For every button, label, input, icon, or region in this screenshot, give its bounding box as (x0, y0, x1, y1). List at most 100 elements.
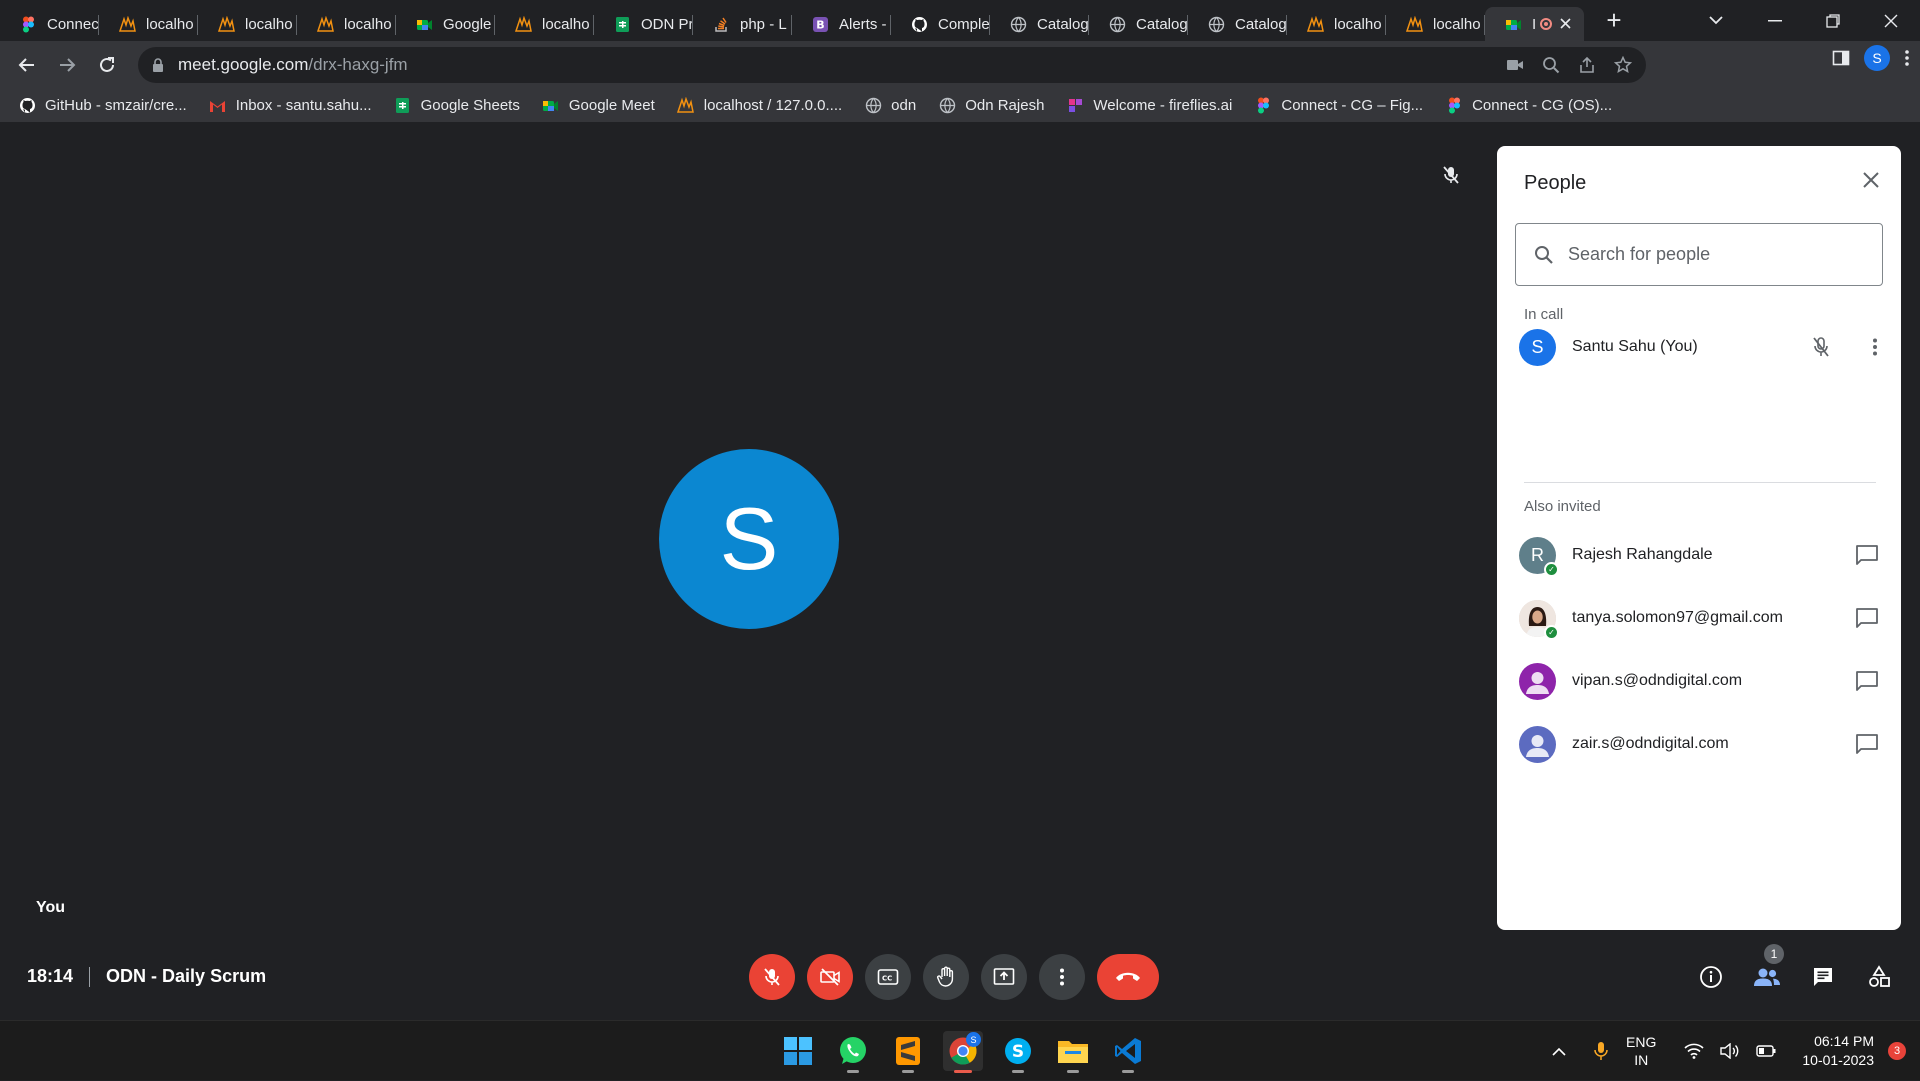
tray-mic-button[interactable] (1594, 1041, 1608, 1061)
browser-tab[interactable]: Catalog (990, 7, 1089, 41)
tab-favicon (911, 16, 928, 33)
invited-row[interactable]: vipan.s@odndigital.com (1519, 655, 1889, 707)
running-indicator (1067, 1070, 1079, 1073)
invited-row[interactable]: ✓ tanya.solomon97@gmail.com (1519, 592, 1889, 644)
leave-call-button[interactable] (1097, 954, 1159, 1000)
participant-more-button[interactable] (1861, 333, 1889, 361)
restore-icon (1826, 13, 1840, 28)
taskbar-file-explorer[interactable] (1053, 1031, 1093, 1073)
windows-start-icon (784, 1037, 812, 1065)
bookmark-label: GitHub - smzair/cre... (45, 97, 187, 114)
browser-tab[interactable]: Catalog (1089, 7, 1188, 41)
invitee-message-button[interactable] (1853, 730, 1881, 758)
browser-tab[interactable]: localho (1386, 7, 1485, 41)
mic-toggle-button[interactable] (749, 954, 795, 1000)
raise-hand-button[interactable] (923, 954, 969, 1000)
invited-row[interactable]: zair.s@odndigital.com (1519, 718, 1889, 770)
chat-button[interactable] (1808, 962, 1838, 992)
bookmark-item[interactable]: GitHub - smzair/cre... (18, 97, 187, 115)
bookmark-star-icon[interactable] (1614, 56, 1632, 74)
minimize-button[interactable] (1746, 0, 1804, 41)
meeting-clock: 18:14 (27, 966, 74, 986)
bookmark-item[interactable]: Connect - CG – Fig... (1254, 97, 1423, 115)
new-tab-button[interactable]: + (1594, 4, 1634, 38)
browser-tab[interactable]: localho (1287, 7, 1386, 41)
browser-tab[interactable]: Google (396, 7, 495, 41)
bookmark-item[interactable]: Inbox - santu.sahu... (209, 97, 372, 115)
invitee-message-button[interactable] (1853, 541, 1881, 569)
back-button[interactable] (7, 45, 47, 85)
bookmark-favicon (864, 97, 882, 115)
more-vert-icon[interactable] (1904, 49, 1910, 67)
invitee-name: tanya.solomon97@gmail.com (1572, 609, 1784, 626)
captions-button[interactable]: CC (865, 954, 911, 1000)
bookmark-item[interactable]: Odn Rajesh (938, 97, 1044, 115)
restore-button[interactable] (1804, 0, 1862, 41)
profile-avatar[interactable]: S (1864, 45, 1890, 71)
tray-battery[interactable] (1756, 1045, 1776, 1057)
meeting-details-button[interactable] (1696, 962, 1726, 992)
invited-row[interactable]: R ✓ Rajesh Rahangdale (1519, 529, 1889, 581)
tray-overflow-button[interactable] (1552, 1047, 1566, 1056)
address-bar[interactable]: meet.google.com/drx-haxg-jfm (138, 47, 1646, 83)
bookmark-item[interactable]: localhost / 127.0.0.... (677, 97, 842, 115)
taskbar-whatsapp[interactable] (833, 1031, 873, 1073)
tab-label: localho (344, 15, 392, 33)
invitee-message-button[interactable] (1853, 667, 1881, 695)
invitee-message-button[interactable] (1853, 604, 1881, 632)
bookmark-item[interactable]: Google Sheets (394, 97, 520, 115)
bookmark-item[interactable]: Welcome - fireflies.ai (1066, 97, 1232, 115)
arrow-right-icon (60, 58, 76, 72)
people-search-box[interactable] (1515, 223, 1883, 286)
tab-label: localho (245, 15, 293, 33)
taskbar-sublime-text[interactable] (888, 1031, 928, 1073)
camera-toggle-button[interactable] (807, 954, 853, 1000)
share-icon[interactable] (1578, 56, 1596, 74)
notification-count-badge[interactable]: 3 (1888, 1042, 1906, 1060)
browser-tab[interactable]: Comple (891, 7, 990, 41)
bookmark-favicon (394, 97, 412, 115)
browser-tab[interactable]: localho (99, 7, 198, 41)
taskbar-vscode[interactable] (1108, 1031, 1148, 1073)
taskbar-chrome[interactable]: S (943, 1031, 983, 1073)
participant-row[interactable]: S Santu Sahu (You) (1519, 321, 1889, 373)
browser-tab[interactable]: Connec (0, 7, 99, 41)
browser-tab[interactable]: B Alerts - (792, 7, 891, 41)
bookmark-item[interactable]: odn (864, 97, 916, 115)
tab-search-button[interactable] (1702, 8, 1730, 32)
zoom-icon[interactable] (1542, 56, 1560, 74)
camera-blocked-icon[interactable] (1506, 58, 1524, 72)
tab-favicon (1109, 16, 1126, 33)
meeting-info: 18:14 ODN - Daily Scrum (27, 966, 266, 987)
present-screen-button[interactable] (981, 954, 1027, 1000)
activities-button[interactable] (1864, 962, 1894, 992)
bookmark-item[interactable]: Connect - CG (OS)... (1445, 97, 1612, 115)
more-options-button[interactable] (1039, 954, 1085, 1000)
input-language[interactable]: ENG IN (1626, 1033, 1656, 1069)
bookmark-favicon (18, 97, 36, 115)
taskbar-skype[interactable]: S (998, 1031, 1038, 1073)
system-clock[interactable]: 06:14 PM 10-01-2023 (1802, 1032, 1874, 1070)
browser-tab[interactable]: localho (198, 7, 297, 41)
browser-tab[interactable]: ODN Pr (594, 7, 693, 41)
side-panel-icon[interactable] (1832, 49, 1850, 67)
people-search-input[interactable] (1568, 244, 1868, 265)
panel-close-button[interactable] (1859, 170, 1883, 194)
browser-tab[interactable]: localho (297, 7, 396, 41)
tray-wifi[interactable] (1684, 1043, 1704, 1059)
tray-volume[interactable] (1720, 1043, 1740, 1059)
tab-close-button[interactable] (1560, 16, 1571, 33)
people-button[interactable]: 1 (1752, 944, 1784, 992)
browser-tab[interactable]: php - L (693, 7, 792, 41)
tab-label: Comple (938, 15, 990, 33)
start-button[interactable] (778, 1031, 818, 1071)
reload-button[interactable] (87, 45, 127, 85)
clock-date: 10-01-2023 (1802, 1052, 1874, 1068)
browser-tab[interactable]: Catalog (1188, 7, 1287, 41)
forward-button[interactable] (47, 45, 87, 85)
message-icon (1856, 734, 1878, 754)
browser-tab-active[interactable]: I (1485, 7, 1584, 41)
close-window-button[interactable] (1862, 0, 1920, 41)
browser-tab[interactable]: localho (495, 7, 594, 41)
bookmark-item[interactable]: Google Meet (542, 97, 655, 115)
